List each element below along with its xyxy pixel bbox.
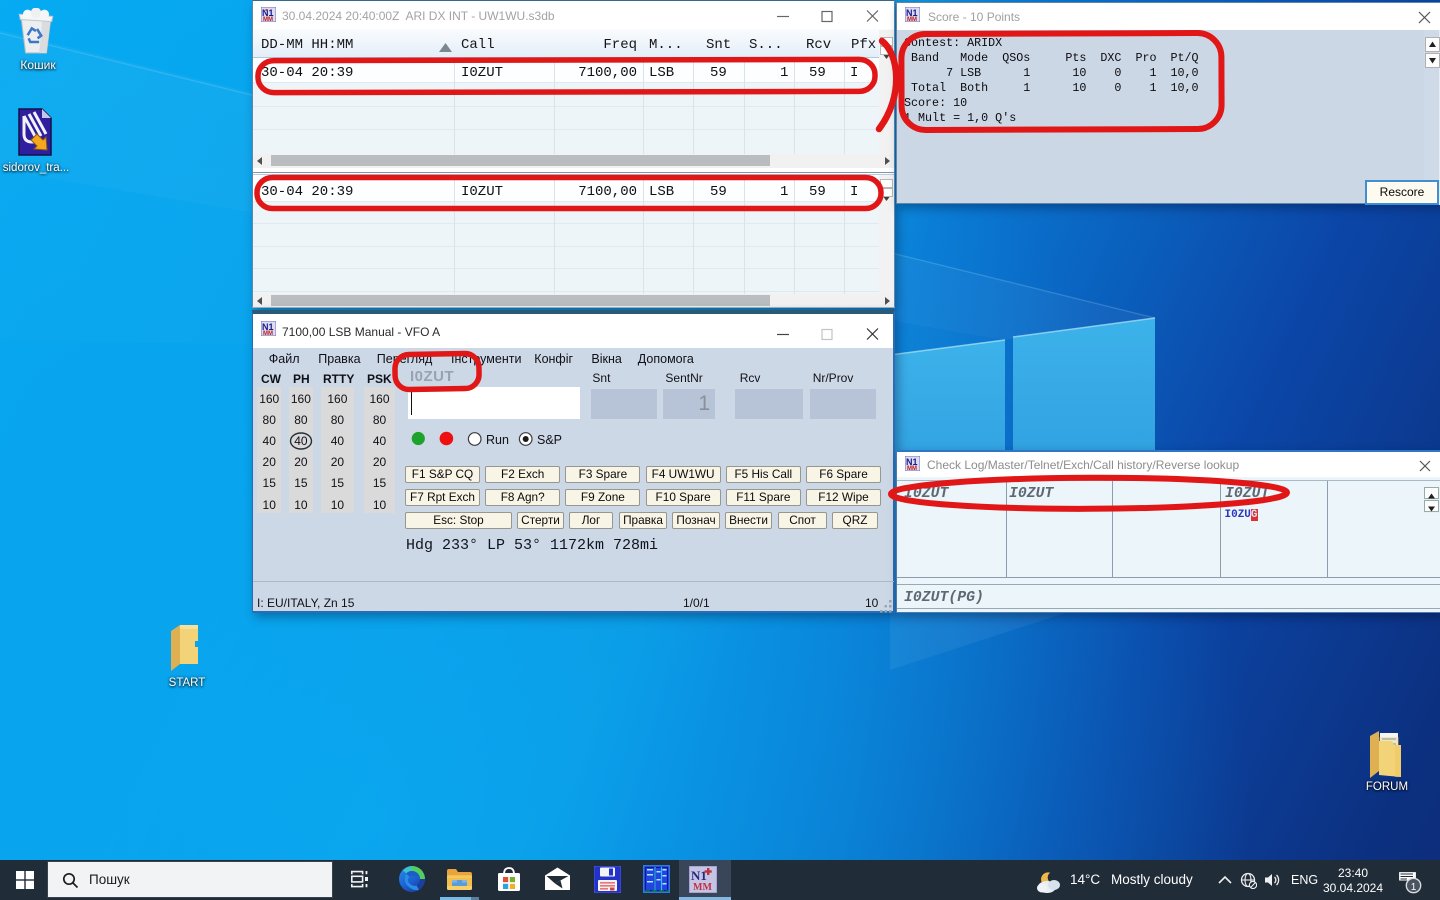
- svg-text:MM: MM: [263, 17, 273, 22]
- svg-text:MM: MM: [907, 17, 917, 22]
- svg-text:MM: MM: [693, 882, 712, 893]
- svg-text:1: 1: [1411, 882, 1417, 893]
- svg-text:N1: N1: [691, 868, 707, 883]
- svg-text:MM: MM: [907, 466, 917, 471]
